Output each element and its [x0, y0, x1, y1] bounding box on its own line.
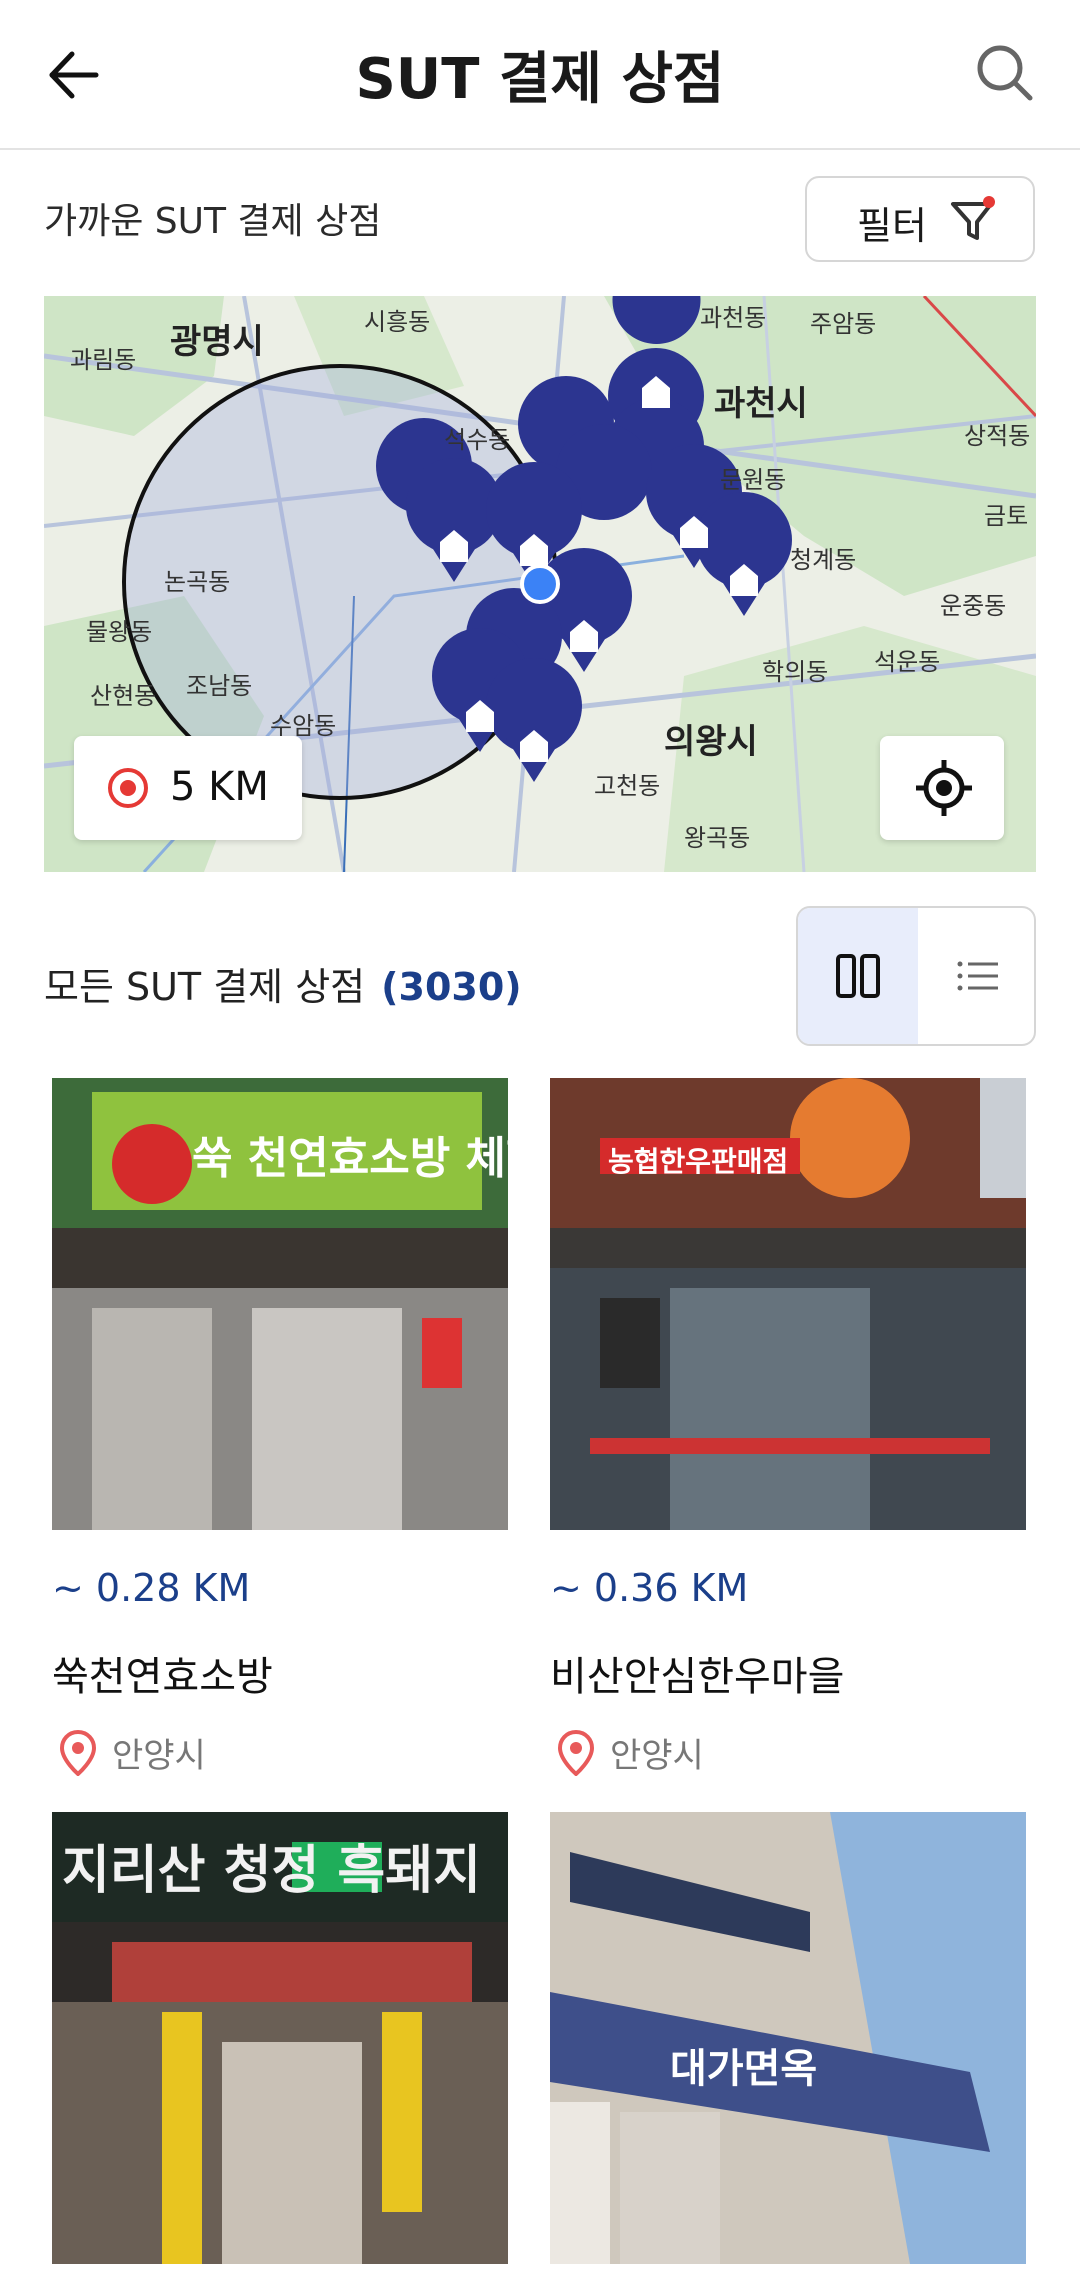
map-place-label: 물왕동: [86, 618, 153, 646]
store-image: 쑥 천연효소방 체험실: [52, 1078, 508, 1530]
location-pin-icon: [60, 1730, 96, 1776]
map-place-label: 산현동: [90, 682, 157, 710]
store-distance: ~ 0.36 KM: [550, 1566, 749, 1610]
map-place-label: 석수동: [444, 426, 511, 454]
locate-me-button[interactable]: [880, 736, 1004, 840]
store-sign-text: 농협한우판매점: [608, 1145, 789, 1178]
store-name: 쑥천연효소방: [52, 1654, 273, 1700]
view-toggle: [796, 906, 1036, 1046]
map-place-label: 운중동: [940, 592, 1007, 620]
filter-button[interactable]: 필터: [805, 176, 1035, 262]
map-place-label: 의왕시: [664, 722, 758, 762]
map-place-label: 과천동: [700, 304, 767, 332]
nearby-stores-label: 가까운 SUT 결제 상점: [44, 201, 382, 242]
map-place-label: 학의동: [762, 658, 829, 686]
store-sign-text: 대가면옥: [670, 2046, 818, 2092]
grid-view-button[interactable]: [798, 908, 918, 1044]
location-pin-icon: [558, 1730, 594, 1776]
store-image: 농협한우판매점: [550, 1078, 1026, 1530]
map-place-label: 왕곡동: [684, 824, 751, 852]
grid-view-icon: [836, 954, 880, 998]
store-map[interactable]: 광명시 과천시 의왕시 시흥동 과천동 주암동 과림동 석수동 문원동 청계동 …: [44, 296, 1036, 872]
map-place-label: 상적동: [964, 422, 1031, 450]
all-stores-count: (3030): [381, 965, 522, 1009]
map-place-label: 청계동: [790, 546, 857, 574]
all-stores-title: 모든 SUT 결제 상점: [44, 965, 366, 1009]
map-place-label: 조남동: [186, 672, 253, 700]
radius-label: 5 KM: [170, 764, 269, 810]
store-image: 대가면옥: [550, 1812, 1026, 2264]
filter-icon: [951, 196, 995, 240]
search-icon: [977, 45, 1033, 101]
filter-label: 필터: [857, 204, 927, 248]
page-title: SUT 결제 상점: [355, 47, 725, 112]
target-icon: [108, 768, 148, 808]
store-card[interactable]: 농협한우판매점 ~ 0.36 KM 비산안심한우마을 안양시: [550, 1078, 1026, 1798]
store-card[interactable]: 대가면옥: [550, 1812, 1026, 2264]
store-name: 비산안심한우마을: [550, 1654, 845, 1700]
list-view-button[interactable]: [918, 908, 1034, 1044]
store-distance: ~ 0.28 KM: [52, 1566, 251, 1610]
map-place-label: 광명시: [170, 322, 264, 362]
list-view-icon: [957, 961, 998, 991]
map-place-label: 고천동: [594, 772, 661, 800]
store-sign-text: 쑥 천연효소방 체험실: [192, 1133, 508, 1184]
map-place-label: 과천시: [714, 384, 808, 424]
map-place-label: 주암동: [810, 310, 877, 338]
crosshair-icon: [916, 760, 972, 816]
store-location-text: 안양시: [112, 1736, 206, 1776]
map-place-label: 시흥동: [364, 308, 431, 336]
store-sign-text: 지리산 청정 흑돼지: [62, 1841, 481, 1901]
store-card[interactable]: 쑥 천연효소방 체험실 ~ 0.28 KM 쑥천연효소방 안양시: [52, 1078, 526, 1798]
map-place-label: 논곡동: [164, 568, 231, 596]
radius-chip[interactable]: 5 KM: [74, 736, 302, 840]
store-image: 지리산 청정 흑돼지: [52, 1812, 508, 2264]
map-place-label: 과림동: [70, 346, 137, 374]
app-header: SUT 결제 상점: [0, 0, 1080, 150]
all-stores-label: 모든 SUT 결제 상점 (3030): [44, 956, 522, 1011]
map-place-label: 금토: [984, 502, 1029, 530]
map-place-label: 문원동: [720, 466, 787, 494]
store-location-text: 안양시: [610, 1736, 704, 1776]
store-card[interactable]: 지리산 청정 흑돼지: [52, 1812, 526, 2264]
map-place-label: 석운동: [874, 648, 941, 676]
search-button[interactable]: [970, 38, 1040, 108]
